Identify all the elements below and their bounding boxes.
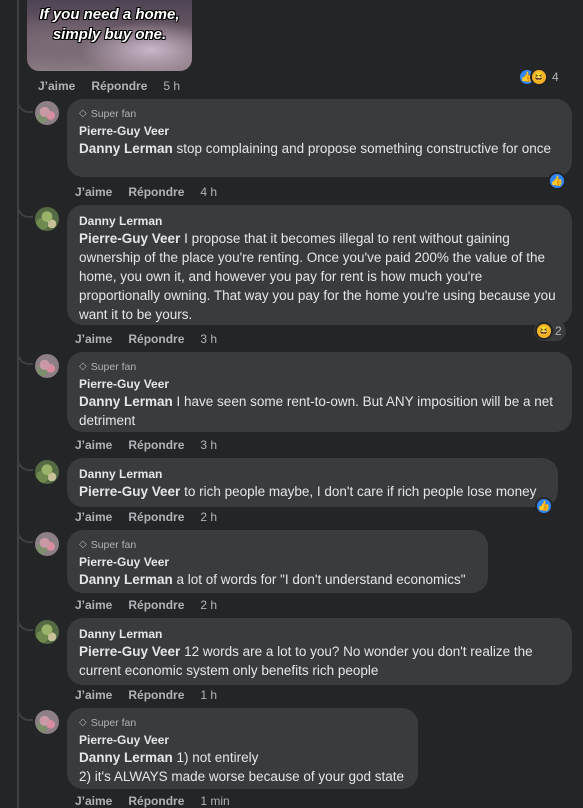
comment-reactions[interactable]: 😆 2 [534,321,566,341]
comment-text: Danny Lerman stop complaining and propos… [79,141,551,156]
reply-button[interactable]: Répondre [128,794,184,808]
timestamp[interactable]: 3 h [200,438,217,452]
like-button[interactable]: J’aime [75,598,112,612]
diamond-icon: ◇ [79,108,87,119]
top-reactions[interactable]: 👍 😆 4 [518,68,559,86]
like-button[interactable]: J’aime [75,510,112,524]
comment-bubble: ◇ Super fan Pierre-Guy Veer Danny Lerman … [67,530,488,593]
comment-text-line2: 2) it's ALWAYS made worse because of you… [79,769,404,784]
reply-button[interactable]: Répondre [128,185,184,199]
mention-link[interactable]: Pierre-Guy Veer [79,231,180,246]
comment-actions: J’aime Répondre 2 h [75,510,217,524]
avatar[interactable] [35,620,59,644]
like-reaction-icon[interactable]: 👍 [548,172,566,190]
meme-text-line2: simply buy one. [52,26,167,43]
like-reaction-icon[interactable]: 👍 [535,497,553,515]
thread-elbow [17,613,33,631]
comment-bubble: Danny Lerman Pierre-Guy Veer I propose t… [67,205,572,325]
comment-actions: J’aime Répondre 3 h [75,332,217,346]
reaction-count: 4 [552,70,559,84]
diamond-icon: ◇ [79,717,87,728]
comment-author[interactable]: Pierre-Guy Veer [79,123,560,139]
timestamp[interactable]: 2 h [200,510,217,524]
reply-button[interactable]: Répondre [128,688,184,702]
mention-link[interactable]: Danny Lerman [79,141,173,156]
comment-bubble: ◇ Super fan Pierre-Guy Veer Danny Lerman … [67,99,572,177]
mention-link[interactable]: Danny Lerman [79,394,173,409]
reply-button[interactable]: Répondre [128,438,184,452]
avatar[interactable] [35,710,59,734]
thread-elbow [17,525,33,543]
comment-actions: J’aime Répondre 4 h [75,185,217,199]
comment-author[interactable]: Danny Lerman [79,626,560,642]
avatar[interactable] [35,207,59,231]
super-fan-badge: ◇ Super fan [79,108,137,120]
comment-bubble: Danny Lerman Pierre-Guy Veer 12 words ar… [67,618,572,685]
thread-elbow [17,200,33,218]
mention-link[interactable]: Pierre-Guy Veer [79,644,180,659]
haha-reaction-icon: 😆 [535,322,553,340]
avatar[interactable] [35,354,59,378]
avatar[interactable] [35,532,59,556]
timestamp[interactable]: 5 h [163,79,180,93]
comment-text: Danny Lerman 1) not entirely [79,750,259,765]
reply-button[interactable]: Répondre [128,510,184,524]
super-fan-badge: ◇ Super fan [79,539,137,551]
avatar[interactable] [35,460,59,484]
comment-text: Danny Lerman a lot of words for "I don't… [79,572,466,587]
comment-text: Pierre-Guy Veer to rich people maybe, I … [79,484,537,499]
mention-link[interactable]: Danny Lerman [79,750,173,765]
reply-button[interactable]: Répondre [128,598,184,612]
comment-actions: J’aime Répondre 2 h [75,598,217,612]
like-button[interactable]: J’aime [75,332,112,346]
thread-line [17,0,19,808]
timestamp[interactable]: 4 h [200,185,217,199]
reply-button[interactable]: Répondre [128,332,184,346]
like-button[interactable]: J’aime [75,438,112,452]
like-button[interactable]: J’aime [38,79,75,93]
comment-actions: J’aime Répondre 1 min [75,794,230,808]
comment-author[interactable]: Danny Lerman [79,466,546,482]
comment-bubble: ◇ Super fan Pierre-Guy Veer Danny Lerman … [67,708,418,789]
thread-elbow [17,703,33,721]
comment-author[interactable]: Danny Lerman [79,213,560,229]
comment-actions: J’aime Répondre 3 h [75,438,217,452]
super-fan-badge: ◇ Super fan [79,717,137,729]
comment-text: Danny Lerman I have seen some rent-to-ow… [79,394,553,428]
top-comment-actions: J’aime Répondre 5 h [38,79,180,93]
timestamp[interactable]: 1 h [200,688,217,702]
thread-elbow [17,95,33,113]
timestamp[interactable]: 2 h [200,598,217,612]
diamond-icon: ◇ [79,361,87,372]
like-button[interactable]: J’aime [75,794,112,808]
reply-button[interactable]: Répondre [91,79,147,93]
meme-text-line1: If you need a home, [39,6,180,23]
comment-thread: If you need a home, simply buy one. J’ai… [0,0,583,808]
meme-image[interactable]: If you need a home, simply buy one. [27,0,192,71]
thread-elbow [17,453,33,471]
comment-actions: J’aime Répondre 1 h [75,688,217,702]
comment-bubble: ◇ Super fan Pierre-Guy Veer Danny Lerman … [67,352,572,432]
like-button[interactable]: J’aime [75,185,112,199]
like-button[interactable]: J’aime [75,688,112,702]
mention-link[interactable]: Danny Lerman [79,572,173,587]
comment-author[interactable]: Pierre-Guy Veer [79,732,406,748]
comment-author[interactable]: Pierre-Guy Veer [79,554,476,570]
comment-text: Pierre-Guy Veer I propose that it become… [79,231,556,322]
comment-text: Pierre-Guy Veer 12 words are a lot to yo… [79,644,533,678]
avatar[interactable] [35,101,59,125]
comment-bubble: Danny Lerman Pierre-Guy Veer to rich peo… [67,458,558,507]
haha-reaction-icon: 😆 [530,68,548,86]
thread-elbow [17,347,33,365]
super-fan-badge: ◇ Super fan [79,361,137,373]
timestamp[interactable]: 3 h [200,332,217,346]
reaction-count: 2 [555,324,562,338]
mention-link[interactable]: Pierre-Guy Veer [79,484,180,499]
diamond-icon: ◇ [79,539,87,550]
timestamp[interactable]: 1 min [200,794,229,808]
comment-author[interactable]: Pierre-Guy Veer [79,376,560,392]
